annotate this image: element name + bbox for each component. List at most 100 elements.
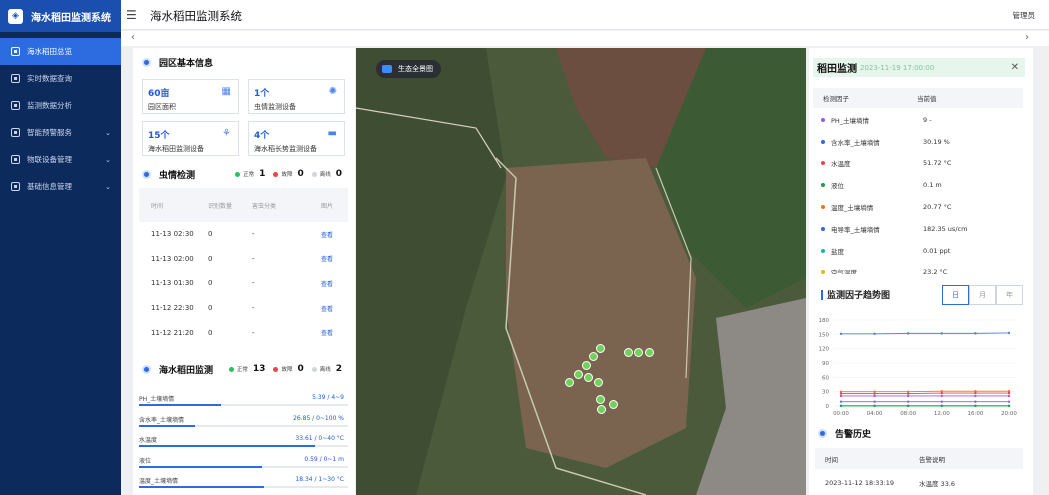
menu-item[interactable]: ▪ 海水稻田总览 [0, 38, 121, 65]
trend-title-text: 监测因子趋势图 [827, 291, 891, 301]
tab-next-icon[interactable]: › [1025, 32, 1029, 43]
scrollbar[interactable] [1040, 48, 1049, 495]
device-marker[interactable] [594, 378, 603, 387]
view-link[interactable]: 查看 [313, 304, 348, 313]
panorama-label: 生态全景图 [398, 65, 433, 73]
cell-category: - [252, 254, 255, 263]
device-marker[interactable] [609, 400, 618, 409]
data-point [940, 391, 943, 395]
card-value: 4个 [254, 131, 270, 141]
legend-label: 离线 [319, 367, 331, 373]
monitor-rows[interactable]: PH_土壤墒情 9 - 含水率_土壤墒情 30.19 % 水温度 51.72 °C 液位 0.… [813, 109, 1023, 274]
bar-value: 33.61 / 0~40 °C [295, 435, 344, 442]
device-marker[interactable] [589, 352, 598, 361]
view-link[interactable]: 查看 [313, 279, 348, 288]
menu-item-label: 海水稻田总览 [27, 47, 72, 56]
legend-label: 故障 [281, 172, 293, 178]
progress-track [139, 465, 348, 468]
card-label: 海水稻长势监测设备 [254, 145, 317, 153]
card-label: 虫情监测设备 [254, 103, 296, 111]
table-row[interactable]: 2023-11-12 18:33:19 水温度 33.6 [815, 472, 1023, 493]
view-link[interactable]: 查看 [313, 328, 348, 337]
tab-year[interactable]: 年 [996, 285, 1023, 305]
data-point [974, 391, 977, 395]
device-marker[interactable] [624, 348, 633, 357]
table-row[interactable]: 电导率_土壤墒情 182.35 us/cm [813, 218, 1023, 240]
data-point [1007, 394, 1011, 398]
x-tick-label: 00:00 [833, 411, 849, 417]
device-marker[interactable] [574, 370, 583, 379]
bar-name: 水温度 [139, 437, 158, 444]
device-marker[interactable] [645, 348, 654, 357]
app-name: 海水稻田监测系统 [31, 12, 111, 24]
table-row[interactable]: PH_土壤墒情 9 - [813, 109, 1023, 131]
menu-item[interactable]: ▪ 基础信息管理 ⌄ [0, 173, 121, 200]
logo-icon: ◈ [8, 8, 23, 24]
table-row[interactable]: 温度_土壤墒情 20.77 °C [813, 196, 1023, 218]
bar-name: PH_土壤墒情 [139, 396, 175, 403]
bar-value: 5.39 / 4~9 [312, 394, 344, 401]
device-marker[interactable] [584, 373, 593, 382]
cell-category: - [252, 230, 255, 239]
device-marker[interactable] [565, 378, 574, 387]
series-line [841, 332, 1010, 335]
device-marker[interactable] [596, 395, 605, 404]
table-row: 11-13 02:00 0 - 查看 [139, 247, 348, 272]
factor-value: 182.35 us/cm [923, 224, 968, 233]
brand[interactable]: ◈ 海水稻田监测系统 [0, 0, 121, 32]
menu-item-icon: ▪ [11, 128, 20, 137]
legend-label: 正常 [236, 367, 248, 373]
table-row[interactable]: 含水率_土壤墒情 30.19 % [813, 131, 1023, 153]
cell-category: - [252, 304, 255, 313]
legend-count: 2 [335, 364, 342, 374]
menu-item-label: 基础信息管理 [27, 182, 72, 191]
progress-track [139, 404, 348, 406]
legend-count: 0 [297, 169, 304, 179]
panorama-button[interactable]: 生态全景图 [376, 60, 441, 78]
pest-title: 虫情检测 [142, 168, 195, 181]
rice-bars: PH_土壤墒情 5.39 / 4~9 含水率_土壤墒情 26.85 / 0~100 %… [139, 391, 348, 494]
col-header: 害虫分类 [252, 202, 277, 210]
cell-time: 11-12 21:20 [151, 328, 194, 337]
factor-name: 水温度 [831, 160, 851, 169]
y-tick-label: 0 [826, 404, 830, 410]
table-row[interactable]: 水温度 51.72 °C [813, 153, 1023, 175]
device-marker[interactable] [634, 348, 643, 357]
close-icon[interactable]: ✕ [1011, 62, 1019, 73]
tab-month[interactable]: 月 [969, 285, 996, 305]
satellite-map[interactable]: 生态全景图 [356, 48, 806, 495]
menu-item[interactable]: ▪ 监测数据分析 [0, 92, 121, 119]
menu-item[interactable]: ▪ 物联设备管理 ⌄ [0, 146, 121, 173]
cell-time: 11-13 02:00 [151, 254, 194, 263]
menu-item[interactable]: ▪ 智能预警服务 ⌄ [0, 119, 121, 146]
data-point [839, 332, 843, 336]
tab-day[interactable]: 日 [942, 285, 969, 305]
card-label: 园区面积 [148, 103, 176, 111]
device-marker[interactable] [582, 361, 591, 370]
tab-prev-icon[interactable]: ‹ [131, 32, 135, 43]
sprout-icon: ⚘ [222, 128, 231, 139]
section-dot-icon [818, 429, 827, 438]
user-menu[interactable]: 管理员 [1013, 10, 1036, 21]
menu-toggle-icon[interactable]: ☰ [126, 8, 137, 22]
device-marker[interactable] [596, 344, 605, 353]
monitor-header: 稻田监测 2023-11-19 17:00:00 ✕ [813, 58, 1025, 77]
device-marker[interactable] [597, 405, 606, 414]
menu-item-icon: ▪ [11, 47, 20, 56]
table-row[interactable]: 空气温度 23.2 °C [813, 262, 1023, 274]
card-label: 海水稻田监测设备 [148, 145, 204, 153]
data-point [873, 394, 876, 398]
table-row: 11-13 01:30 0 - 查看 [139, 271, 348, 296]
cell-time: 11-13 02:30 [151, 230, 194, 239]
table-row[interactable]: 液位 0.1 m [813, 174, 1023, 196]
view-link[interactable]: 查看 [313, 254, 348, 263]
data-point [839, 400, 843, 403]
view-link[interactable]: 查看 [313, 230, 348, 239]
monitor-table-header: 检测因子 当前值 [813, 88, 1023, 108]
pest-table: 时间 识别数量 害虫分类 图片 11-13 02:30 0 - 查看 11-13 02:00 0… [139, 188, 348, 345]
left-panel: 园区基本信息 60亩 园区面积 ▦ 1个 虫情监测设备 ✺ 15个 海水稻田监测设备 ⚘ 4… [133, 48, 355, 495]
data-point [873, 332, 876, 336]
menu-item[interactable]: ▪ 实时数据查询 [0, 65, 121, 92]
trend-chart: 0 30 60 90 120 150 180 00:00 04:00 08:00 12:00 16:0… [819, 318, 1018, 417]
table-row[interactable]: 盐度 0.01 ppt [813, 240, 1023, 262]
